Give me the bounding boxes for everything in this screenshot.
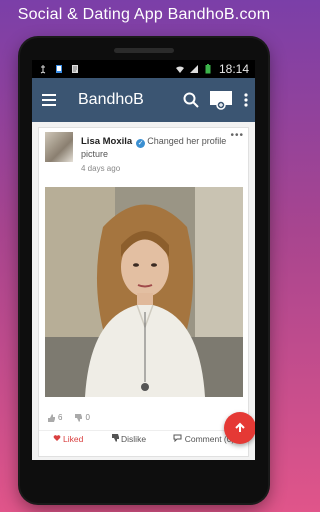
dislike-button[interactable]: Dislike xyxy=(111,434,146,444)
dislike-count: 0 xyxy=(74,413,90,422)
phone-screen: 18:14 BandhoB ••• Lisa Moxila ✓ Changed he… xyxy=(32,60,255,460)
phone-app-icon xyxy=(56,65,62,73)
add-photo-icon[interactable] xyxy=(209,90,233,110)
search-icon[interactable] xyxy=(183,92,199,108)
thumbs-down-icon xyxy=(75,413,83,422)
status-bar: 18:14 xyxy=(32,60,255,78)
comment-icon xyxy=(173,434,182,443)
app-title: BandhoB xyxy=(78,91,144,108)
overflow-menu-icon[interactable] xyxy=(243,92,249,108)
post-card: ••• Lisa Moxila ✓ Changed her profile pict… xyxy=(38,127,249,457)
verified-icon: ✓ xyxy=(136,139,146,148)
author-name[interactable]: Lisa Moxila xyxy=(81,136,132,147)
post-actions: Liked Dislike Comment (0) xyxy=(39,434,248,444)
profile-photo-image xyxy=(45,187,243,397)
like-button[interactable]: Liked xyxy=(53,434,83,444)
action-divider xyxy=(39,430,248,431)
status-time: 18:14 xyxy=(218,62,249,76)
phone-speaker xyxy=(114,48,174,53)
wifi-icon xyxy=(175,66,184,73)
menu-button[interactable] xyxy=(38,89,64,111)
promo-title: Social & Dating App BandhoB.com xyxy=(17,6,271,23)
more-options-icon[interactable]: ••• xyxy=(230,130,244,141)
post-photo[interactable] xyxy=(45,187,243,397)
scroll-to-top-button[interactable] xyxy=(224,412,255,444)
app-bar: BandhoB xyxy=(32,78,255,122)
post-time: 4 days ago xyxy=(81,164,121,173)
thumbs-down-icon xyxy=(111,434,119,442)
signal-icon xyxy=(189,65,198,73)
thumbs-up-icon xyxy=(48,413,55,422)
battery-icon xyxy=(205,64,211,74)
heart-icon xyxy=(53,435,60,441)
arrow-up-icon xyxy=(235,422,245,432)
author-avatar[interactable] xyxy=(45,132,73,162)
usb-icon xyxy=(40,65,46,74)
like-count: 6 xyxy=(47,413,62,422)
document-icon xyxy=(72,65,78,73)
